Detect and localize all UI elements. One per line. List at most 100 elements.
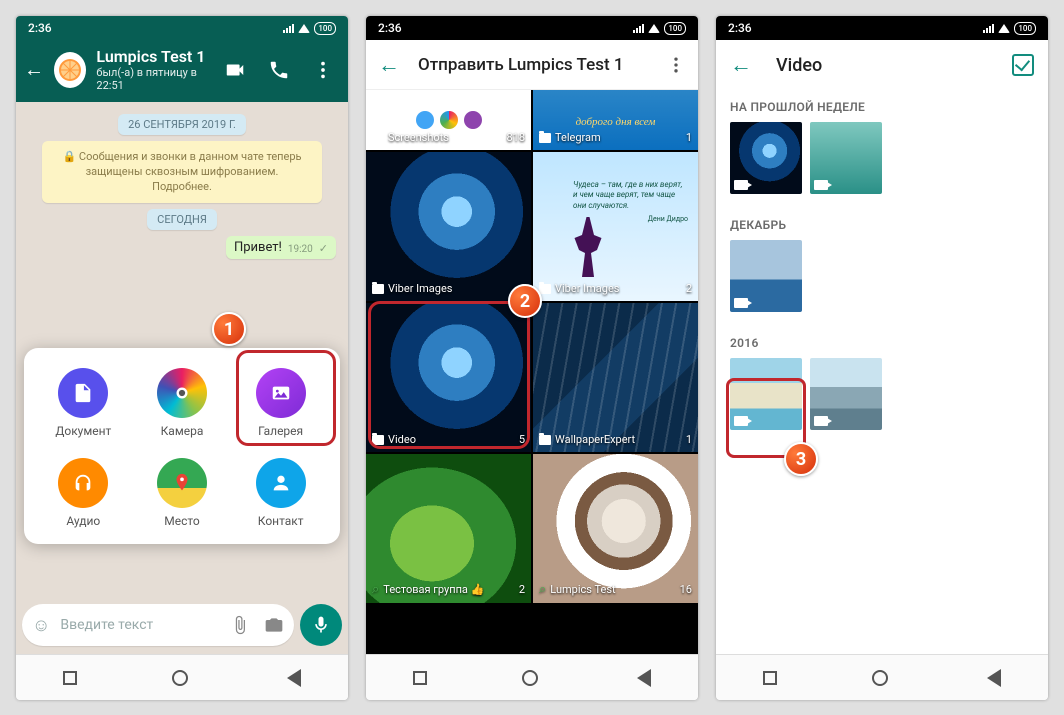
folder-lumpics-test[interactable]: ⌕Lumpics Test16	[533, 454, 698, 603]
folder-test-group[interactable]: ⌕Тестовая группа 👍2	[366, 454, 531, 603]
video-thumb[interactable]	[810, 122, 882, 194]
folder-icon	[539, 284, 551, 294]
status-bar: 2:36 100	[716, 16, 1048, 40]
chat-title-block[interactable]: Lumpics Test 1 был(-а) в пятницу в 22:51	[96, 48, 214, 92]
whatsapp-icon: ⌕	[539, 582, 546, 597]
nav-back[interactable]	[287, 669, 301, 687]
nav-home[interactable]	[522, 670, 538, 686]
folder-icon	[372, 284, 384, 294]
message-outgoing[interactable]: Привет! 19:20 ✓	[226, 236, 336, 259]
chat-name: Lumpics Test 1	[96, 48, 214, 66]
nav-recent[interactable]	[763, 671, 777, 685]
signal-icon	[983, 23, 994, 33]
chat-header: ← Lumpics Test 1 был(-а) в пятницу в 22:…	[16, 40, 348, 102]
encryption-notice[interactable]: 🔒 Сообщения и звонки в данном чате тепер…	[42, 141, 322, 203]
wifi-icon	[648, 24, 660, 33]
avatar[interactable]	[54, 52, 86, 88]
signal-icon	[283, 23, 294, 33]
message-time: 19:20	[288, 244, 313, 255]
nav-back[interactable]	[637, 669, 651, 687]
step-badge-3: 3	[784, 442, 818, 476]
nav-recent[interactable]	[413, 671, 427, 685]
date-pill: 26 СЕНТЯБРЯ 2019 Г.	[118, 114, 246, 135]
video-icon	[814, 416, 828, 426]
section-2016: 2016	[716, 326, 1048, 354]
wifi-icon	[998, 24, 1010, 33]
camera-small-icon[interactable]	[264, 615, 284, 635]
input-row: ☺ Введите текст	[16, 598, 348, 654]
last-seen: был(-а) в пятницу в 22:51	[96, 66, 214, 92]
android-navbar	[16, 654, 348, 700]
attach-audio[interactable]: Аудио	[34, 458, 133, 528]
folder-screenshots[interactable]: Screenshots818	[366, 90, 531, 150]
video-thumb[interactable]	[810, 358, 882, 430]
telegram-caption: доброго дня всем	[533, 116, 698, 128]
album-body: НА ПРОШЛОЙ НЕДЕЛЕ ДЕКАБРЬ 2016 3	[716, 90, 1048, 654]
picker-header: ← Отправить Lumpics Test 1	[366, 40, 698, 90]
battery-icon: 100	[664, 22, 686, 35]
wifi-icon	[298, 24, 310, 33]
picker-title: Отправить Lumpics Test 1	[418, 55, 648, 75]
nav-home[interactable]	[872, 670, 888, 686]
folder-viber-2[interactable]: Чудеса – там, где в них верят, и чем чащ…	[533, 152, 698, 301]
status-bar: 2:36 100	[16, 16, 348, 40]
video-icon	[814, 180, 828, 190]
android-navbar	[366, 654, 698, 700]
attach-icon[interactable]	[230, 615, 250, 635]
menu-icon[interactable]	[312, 59, 334, 81]
folder-icon	[539, 133, 551, 143]
back-icon[interactable]: ←	[24, 57, 44, 82]
today-pill: СЕГОДНЯ	[147, 209, 217, 230]
android-navbar	[716, 654, 1048, 700]
video-title: Video	[776, 55, 988, 76]
folder-telegram[interactable]: доброго дня всем Telegram1	[533, 90, 698, 150]
back-icon[interactable]: ←	[378, 52, 400, 78]
headphones-icon	[72, 472, 94, 494]
emoji-icon[interactable]: ☺	[32, 615, 50, 636]
tick-icon: ✓	[319, 242, 328, 255]
section-december: ДЕКАБРЬ	[716, 208, 1048, 236]
input-placeholder: Введите текст	[60, 617, 153, 633]
signal-icon	[633, 23, 644, 33]
video-icon	[734, 298, 748, 308]
battery-icon: 100	[314, 22, 336, 35]
section-last-week: НА ПРОШЛОЙ НЕДЕЛЕ	[716, 90, 1048, 118]
video-call-icon[interactable]	[224, 59, 246, 81]
attach-location[interactable]: Место	[133, 458, 232, 528]
message-input[interactable]: ☺ Введите текст	[22, 604, 294, 646]
folder-viber-1[interactable]: Viber Images4	[366, 152, 531, 301]
nav-recent[interactable]	[63, 671, 77, 685]
folder-wallpaper[interactable]: WallpaperExpert1	[533, 303, 698, 452]
phone-call-icon[interactable]	[268, 59, 290, 81]
nav-back[interactable]	[987, 669, 1001, 687]
phone-video-album: 2:36 100 ← Video НА ПРОШЛОЙ НЕДЕЛЕ ДЕКАБ…	[716, 16, 1048, 700]
status-time: 2:36	[28, 21, 52, 35]
gallery-grid: Screenshots818 доброго дня всем Telegram…	[366, 90, 698, 654]
highlight-video-folder	[368, 301, 530, 449]
chat-body: 26 СЕНТЯБРЯ 2019 Г. 🔒 Сообщения и звонки…	[16, 102, 348, 598]
camera-icon	[171, 382, 193, 404]
message-text: Привет!	[234, 240, 282, 255]
attach-contact[interactable]: Контакт	[231, 458, 330, 528]
location-icon	[171, 472, 193, 494]
attach-document[interactable]: Документ	[34, 368, 133, 438]
contact-icon	[270, 472, 292, 494]
attach-camera[interactable]: Камера	[133, 368, 232, 438]
menu-icon[interactable]	[666, 55, 686, 75]
back-icon[interactable]: ←	[730, 52, 752, 78]
video-icon	[734, 180, 748, 190]
mic-button[interactable]	[300, 604, 342, 646]
step-badge-2: 2	[508, 284, 542, 318]
attach-sheet: Документ Камера Галерея Аудио	[24, 348, 340, 544]
phone-gallery-picker: 2:36 100 ← Отправить Lumpics Test 1 Scre…	[366, 16, 698, 700]
video-thumb[interactable]	[730, 240, 802, 312]
document-icon	[72, 382, 94, 404]
video-thumb[interactable]	[730, 122, 802, 194]
whatsapp-icon: ⌕	[372, 582, 379, 597]
nav-home[interactable]	[172, 670, 188, 686]
step-badge-1: 1	[212, 312, 246, 346]
select-all-icon[interactable]	[1012, 54, 1034, 76]
battery-icon: 100	[1014, 22, 1036, 35]
phone-chat: 2:36 100 ← Lumpics Test 1 был(-а) в пятн…	[16, 16, 348, 700]
highlight-gallery	[236, 350, 336, 446]
